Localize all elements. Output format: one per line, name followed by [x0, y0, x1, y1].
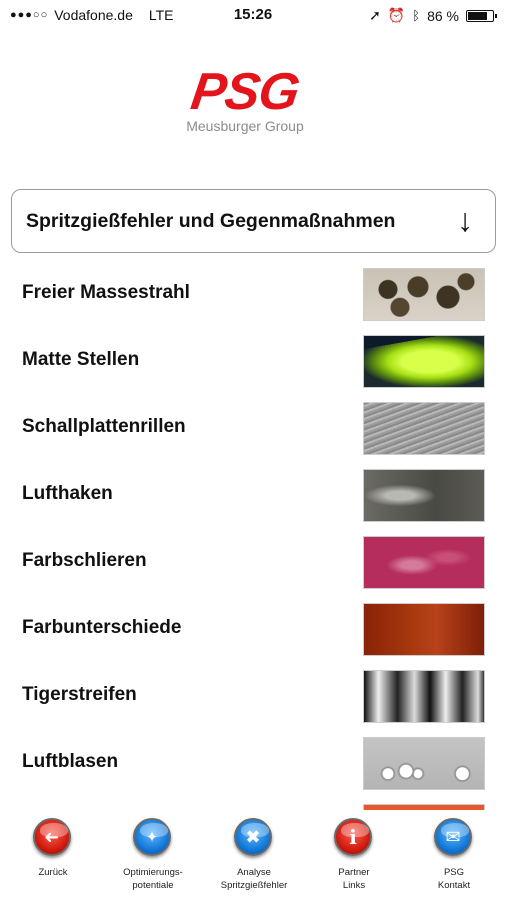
defect-thumbnail — [363, 268, 485, 321]
tab-label: Analyse Spritzgießfehler — [220, 867, 288, 891]
list-item-label: Lufthaken — [22, 483, 113, 504]
list-item[interactable]: Tigerstreifen — [0, 668, 506, 724]
defect-thumbnail — [363, 335, 485, 388]
tab-contact[interactable]: ✉ PSG Kontakt — [404, 816, 504, 900]
list-item[interactable]: Matte Stellen — [0, 333, 506, 389]
alarm-icon: ⏰ — [387, 7, 406, 23]
tab-optimization[interactable]: ✦ Optimierungs- potentiale — [103, 816, 203, 900]
list-item[interactable]: Lufthaken — [0, 467, 506, 523]
category-dropdown[interactable]: Spritzgießfehler und Gegenmaßnahmen ↓ — [11, 189, 496, 253]
list-item-label: Tigerstreifen — [22, 684, 137, 705]
tab-partner-links[interactable]: i Partner Links — [304, 816, 404, 900]
defect-thumbnail — [363, 402, 485, 455]
lightbulb-icon: ✦ — [133, 818, 171, 856]
list-item-label: Farbunterschiede — [22, 617, 182, 638]
dropdown-label: Spritzgießfehler und Gegenmaßnahmen — [26, 209, 396, 232]
tab-label: Zurück — [38, 867, 68, 878]
tab-back[interactable]: ➜ Zurück — [3, 816, 103, 900]
tools-icon: ✖ — [234, 818, 272, 856]
tab-label: Optimierungs- potentiale — [123, 867, 183, 891]
list-item[interactable]: Schallplattenrillen — [0, 400, 506, 456]
mail-icon: ✉ — [434, 818, 472, 856]
psg-logo: PSG Meusburger Group — [165, 63, 325, 138]
list-item[interactable]: Freier Massestrahl — [0, 266, 506, 322]
defect-thumbnail — [363, 536, 485, 589]
defect-thumbnail — [363, 469, 485, 522]
tab-label: PSG Kontakt — [437, 867, 471, 891]
info-icon: i — [334, 818, 372, 856]
tab-bar: ➜ Zurück ✦ Optimierungs- potentiale ✖ An… — [0, 810, 506, 900]
tab-label: Partner Links — [338, 867, 370, 891]
back-arrow-icon: ➜ — [33, 818, 71, 856]
defect-list: Freier Massestrahl Matte Stellen Schallp… — [0, 262, 506, 810]
status-bar: ●●●○○ Vodafone.de LTE 15:26 ➚ ⏰ ᛒ 86 % — [0, 0, 506, 30]
battery-fill — [468, 11, 487, 20]
battery-percent: 86 % — [427, 7, 459, 24]
list-item[interactable]: Farbunterschiede — [0, 601, 506, 657]
location-arrow-icon: ➚ — [369, 7, 381, 23]
list-item-label: Matte Stellen — [22, 349, 140, 370]
battery-icon — [466, 9, 497, 22]
defect-thumbnail — [363, 737, 485, 790]
list-item-label: Freier Massestrahl — [22, 282, 190, 303]
list-item[interactable]: Farbschlieren — [0, 534, 506, 590]
arrow-down-icon: ↓ — [457, 202, 473, 238]
list-item-label: Luftblasen — [22, 751, 119, 772]
list-item[interactable] — [0, 802, 506, 810]
list-item-label: Schallplattenrillen — [22, 416, 186, 437]
list-item-label: Farbschlieren — [22, 550, 147, 571]
tab-analysis[interactable]: ✖ Analyse Spritzgießfehler — [204, 816, 304, 900]
bluetooth-icon: ᛒ — [412, 8, 421, 23]
defect-thumbnail — [363, 603, 485, 656]
defect-thumbnail — [363, 670, 485, 723]
logo-mark: PSG — [187, 63, 303, 121]
status-right: ➚ ⏰ ᛒ 86 % — [369, 7, 497, 24]
list-item[interactable]: Luftblasen — [0, 735, 506, 791]
